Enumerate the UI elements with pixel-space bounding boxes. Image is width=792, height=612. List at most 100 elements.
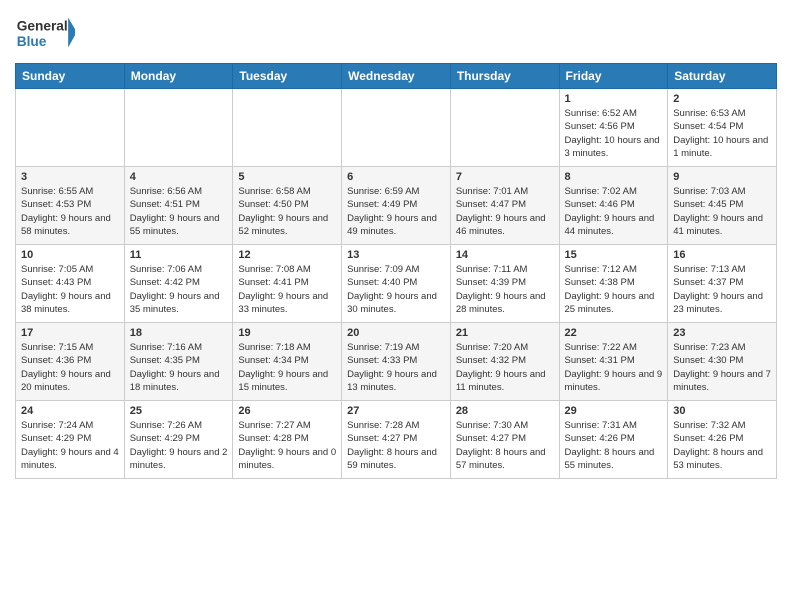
day-number: 18: [130, 327, 228, 339]
day-number: 21: [456, 327, 554, 339]
calendar-cell: 12 Sunrise: 7:08 AM Sunset: 4:41 PM Dayli…: [233, 245, 342, 323]
calendar-cell: 23 Sunrise: 7:23 AM Sunset: 4:30 PM Dayli…: [668, 323, 777, 401]
calendar-cell: [233, 89, 342, 167]
day-number: 2: [673, 93, 771, 105]
day-info: Sunrise: 7:32 AM Sunset: 4:26 PM Dayligh…: [673, 419, 771, 472]
calendar-cell: 27Sunrise: 7:28 AM Sunset: 4:27 PM Dayli…: [342, 401, 451, 479]
day-number: 20: [347, 327, 445, 339]
day-header-thursday: Thursday: [450, 64, 559, 89]
day-info: Sunrise: 7:27 AM Sunset: 4:28 PM Dayligh…: [238, 419, 336, 472]
calendar-cell: 21 Sunrise: 7:20 AM Sunset: 4:32 PM Dayli…: [450, 323, 559, 401]
day-info: Sunrise: 6:55 AM Sunset: 4:53 PM Dayligh…: [21, 185, 119, 238]
day-number: 29: [565, 405, 663, 417]
day-number: 6: [347, 171, 445, 183]
calendar-cell: 9 Sunrise: 7:03 AM Sunset: 4:45 PM Daylig…: [668, 167, 777, 245]
day-number: 7: [456, 171, 554, 183]
calendar-cell: [342, 89, 451, 167]
day-header-saturday: Saturday: [668, 64, 777, 89]
day-number: 24: [21, 405, 119, 417]
day-info: Sunrise: 7:08 AM Sunset: 4:41 PM Dayligh…: [238, 263, 336, 316]
calendar-cell: 1 Sunrise: 6:52 AM Sunset: 4:56 PM Daylig…: [559, 89, 668, 167]
calendar-cell: 26 Sunrise: 7:27 AM Sunset: 4:28 PM Dayli…: [233, 401, 342, 479]
day-info: Sunrise: 7:12 AM Sunset: 4:38 PM Dayligh…: [565, 263, 663, 316]
day-number: 10: [21, 249, 119, 261]
day-number: 3: [21, 171, 119, 183]
day-number: 9: [673, 171, 771, 183]
day-info: Sunrise: 7:13 AM Sunset: 4:37 PM Dayligh…: [673, 263, 771, 316]
calendar-cell: 2 Sunrise: 6:53 AM Sunset: 4:54 PM Daylig…: [668, 89, 777, 167]
day-info: Sunrise: 6:52 AM Sunset: 4:56 PM Dayligh…: [565, 107, 663, 160]
day-header-monday: Monday: [124, 64, 233, 89]
day-info: Sunrise: 7:20 AM Sunset: 4:32 PM Dayligh…: [456, 341, 554, 394]
day-header-friday: Friday: [559, 64, 668, 89]
calendar-week-row: 24 Sunrise: 7:24 AM Sunset: 4:29 PM Dayli…: [16, 401, 777, 479]
day-number: 13: [347, 249, 445, 261]
calendar-cell: 18 Sunrise: 7:16 AM Sunset: 4:35 PM Dayli…: [124, 323, 233, 401]
day-number: 25: [130, 405, 228, 417]
day-info: Sunrise: 7:05 AM Sunset: 4:43 PM Dayligh…: [21, 263, 119, 316]
day-info: Sunrise: 7:23 AM Sunset: 4:30 PM Dayligh…: [673, 341, 771, 394]
day-number: 22: [565, 327, 663, 339]
logo-svg: General Blue: [15, 10, 75, 55]
calendar-cell: 14 Sunrise: 7:11 AM Sunset: 4:39 PM Dayli…: [450, 245, 559, 323]
day-info: Sunrise: 6:53 AM Sunset: 4:54 PM Dayligh…: [673, 107, 771, 160]
calendar-cell: 11Sunrise: 7:06 AM Sunset: 4:42 PM Dayli…: [124, 245, 233, 323]
header: General Blue: [15, 10, 777, 55]
day-info: Sunrise: 7:01 AM Sunset: 4:47 PM Dayligh…: [456, 185, 554, 238]
calendar-header-row: SundayMondayTuesdayWednesdayThursdayFrid…: [16, 64, 777, 89]
calendar-cell: [124, 89, 233, 167]
calendar-cell: 3 Sunrise: 6:55 AM Sunset: 4:53 PM Daylig…: [16, 167, 125, 245]
calendar-cell: 16 Sunrise: 7:13 AM Sunset: 4:37 PM Dayli…: [668, 245, 777, 323]
day-info: Sunrise: 6:56 AM Sunset: 4:51 PM Dayligh…: [130, 185, 228, 238]
calendar-week-row: 10 Sunrise: 7:05 AM Sunset: 4:43 PM Dayli…: [16, 245, 777, 323]
logo: General Blue: [15, 10, 75, 55]
calendar-cell: 29 Sunrise: 7:31 AM Sunset: 4:26 PM Dayli…: [559, 401, 668, 479]
day-info: Sunrise: 7:16 AM Sunset: 4:35 PM Dayligh…: [130, 341, 228, 394]
day-number: 23: [673, 327, 771, 339]
day-info: Sunrise: 7:24 AM Sunset: 4:29 PM Dayligh…: [21, 419, 119, 472]
day-info: Sunrise: 7:26 AM Sunset: 4:29 PM Dayligh…: [130, 419, 228, 472]
day-info: Sunrise: 7:06 AM Sunset: 4:42 PM Dayligh…: [130, 263, 228, 316]
day-info: Sunrise: 7:03 AM Sunset: 4:45 PM Dayligh…: [673, 185, 771, 238]
day-number: 30: [673, 405, 771, 417]
day-info: Sunrise: 6:58 AM Sunset: 4:50 PM Dayligh…: [238, 185, 336, 238]
day-number: 28: [456, 405, 554, 417]
calendar-cell: 8 Sunrise: 7:02 AM Sunset: 4:46 PM Daylig…: [559, 167, 668, 245]
calendar-cell: 28 Sunrise: 7:30 AM Sunset: 4:27 PM Dayli…: [450, 401, 559, 479]
day-info: Sunrise: 7:31 AM Sunset: 4:26 PM Dayligh…: [565, 419, 663, 472]
day-info: Sunrise: 7:28 AM Sunset: 4:27 PM Dayligh…: [347, 419, 445, 472]
day-info: Sunrise: 7:18 AM Sunset: 4:34 PM Dayligh…: [238, 341, 336, 394]
day-info: Sunrise: 7:02 AM Sunset: 4:46 PM Dayligh…: [565, 185, 663, 238]
day-info: Sunrise: 7:19 AM Sunset: 4:33 PM Dayligh…: [347, 341, 445, 394]
calendar-week-row: 3 Sunrise: 6:55 AM Sunset: 4:53 PM Daylig…: [16, 167, 777, 245]
day-number: 19: [238, 327, 336, 339]
calendar-cell: 5Sunrise: 6:58 AM Sunset: 4:50 PM Daylig…: [233, 167, 342, 245]
calendar-cell: 19 Sunrise: 7:18 AM Sunset: 4:34 PM Dayli…: [233, 323, 342, 401]
calendar: SundayMondayTuesdayWednesdayThursdayFrid…: [15, 63, 777, 479]
page: General Blue SundayMondayTuesdayWednesda…: [0, 0, 792, 612]
calendar-cell: [16, 89, 125, 167]
day-number: 12: [238, 249, 336, 261]
calendar-cell: 25 Sunrise: 7:26 AM Sunset: 4:29 PM Dayli…: [124, 401, 233, 479]
day-info: Sunrise: 7:09 AM Sunset: 4:40 PM Dayligh…: [347, 263, 445, 316]
calendar-cell: [450, 89, 559, 167]
calendar-cell: 7 Sunrise: 7:01 AM Sunset: 4:47 PM Daylig…: [450, 167, 559, 245]
day-number: 26: [238, 405, 336, 417]
svg-text:General: General: [17, 18, 68, 33]
day-info: Sunrise: 6:59 AM Sunset: 4:49 PM Dayligh…: [347, 185, 445, 238]
day-number: 16: [673, 249, 771, 261]
calendar-cell: 6 Sunrise: 6:59 AM Sunset: 4:49 PM Daylig…: [342, 167, 451, 245]
calendar-cell: 30 Sunrise: 7:32 AM Sunset: 4:26 PM Dayli…: [668, 401, 777, 479]
calendar-week-row: 17Sunrise: 7:15 AM Sunset: 4:36 PM Dayli…: [16, 323, 777, 401]
day-number: 8: [565, 171, 663, 183]
day-info: Sunrise: 7:22 AM Sunset: 4:31 PM Dayligh…: [565, 341, 663, 394]
day-info: Sunrise: 7:30 AM Sunset: 4:27 PM Dayligh…: [456, 419, 554, 472]
day-header-sunday: Sunday: [16, 64, 125, 89]
day-info: Sunrise: 7:11 AM Sunset: 4:39 PM Dayligh…: [456, 263, 554, 316]
calendar-cell: 15Sunrise: 7:12 AM Sunset: 4:38 PM Dayli…: [559, 245, 668, 323]
day-number: 14: [456, 249, 554, 261]
day-number: 1: [565, 93, 663, 105]
calendar-cell: 24 Sunrise: 7:24 AM Sunset: 4:29 PM Dayli…: [16, 401, 125, 479]
day-number: 17: [21, 327, 119, 339]
calendar-cell: 4Sunrise: 6:56 AM Sunset: 4:51 PM Daylig…: [124, 167, 233, 245]
